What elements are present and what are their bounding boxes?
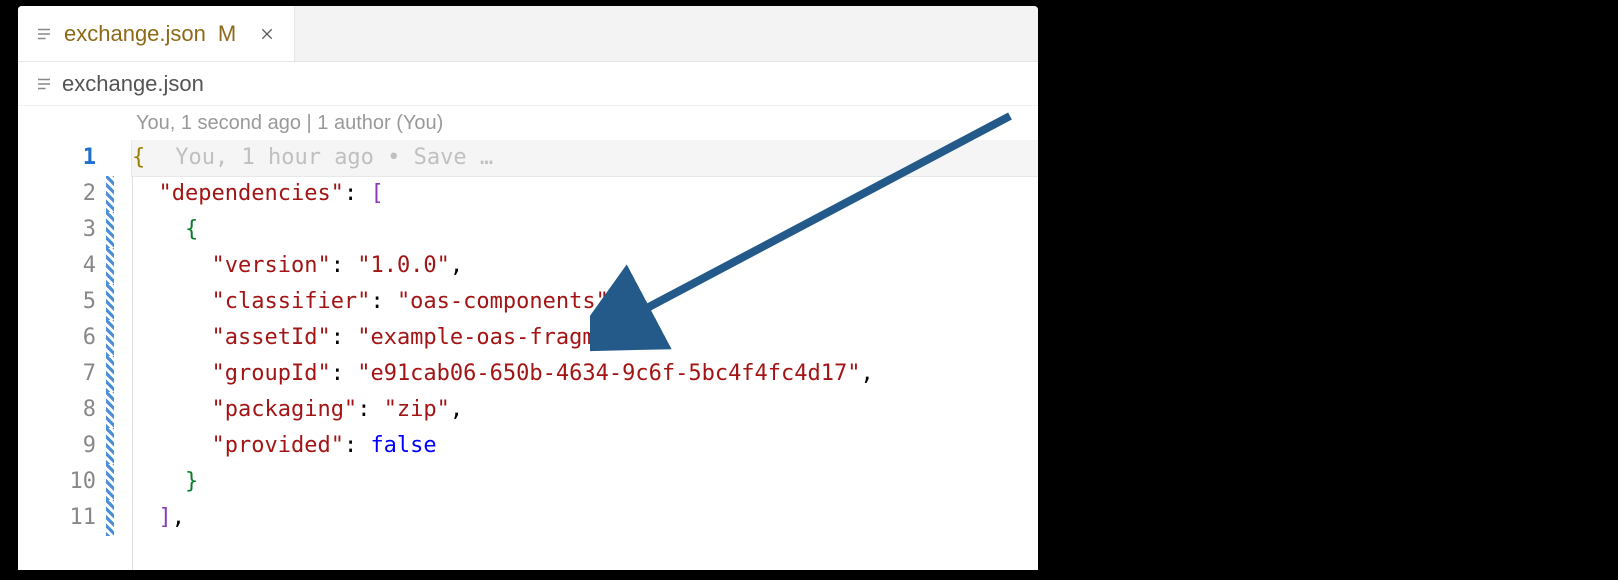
line-number[interactable]: 3	[18, 212, 96, 248]
code-line[interactable]: ],	[132, 500, 1038, 536]
line-number[interactable]: 2	[18, 176, 96, 212]
line-number[interactable]: 10	[18, 464, 96, 500]
brace-open: {	[185, 217, 198, 242]
modified-line-indicator	[106, 356, 114, 392]
line-number[interactable]: 7	[18, 356, 96, 392]
line-number[interactable]: 1	[18, 140, 96, 176]
tab-filename: exchange.json	[64, 21, 206, 47]
modified-line-indicator	[106, 212, 114, 248]
json-string: "example-oas-fragment"	[357, 325, 648, 350]
brace-close: }	[185, 469, 198, 494]
line-number[interactable]: 8	[18, 392, 96, 428]
file-lines-icon	[34, 74, 54, 94]
code-line[interactable]: "provided": false	[132, 428, 1038, 464]
json-key: "provided"	[211, 433, 343, 458]
code-area[interactable]: {You, 1 hour ago • Save … "dependencies"…	[114, 140, 1038, 570]
line-number[interactable]: 4	[18, 248, 96, 284]
code-line[interactable]: "packaging": "zip",	[132, 392, 1038, 428]
brace-open: {	[132, 145, 145, 170]
line-number-gutter: 1 2 3 4 5 6 7 8 9 10 11	[18, 140, 106, 570]
json-string: "zip"	[384, 397, 450, 422]
code-line[interactable]: "assetId": "example-oas-fragment",	[132, 320, 1038, 356]
modified-line-indicator	[106, 500, 114, 536]
editor-window: exchange.json M exchange.json You, 1 sec…	[18, 6, 1038, 570]
json-key: "assetId"	[211, 325, 330, 350]
code-line[interactable]: "classifier": "oas-components",	[132, 284, 1038, 320]
modified-line-indicator	[106, 392, 114, 428]
code-line[interactable]: {	[132, 212, 1038, 248]
bracket-close: ]	[159, 505, 172, 530]
editor-body: 1 2 3 4 5 6 7 8 9 10 11 {Yo	[18, 140, 1038, 570]
close-icon[interactable]	[254, 21, 280, 47]
json-key: "groupId"	[211, 361, 330, 386]
json-string: "e91cab06-650b-4634-9c6f-5bc4f4fc4d17"	[357, 361, 860, 386]
code-line[interactable]: "version": "1.0.0",	[132, 248, 1038, 284]
code-line[interactable]: {You, 1 hour ago • Save …	[132, 140, 1038, 176]
inline-blame: You, 1 hour ago • Save …	[145, 145, 493, 170]
tab-modified-badge: M	[218, 21, 236, 47]
breadcrumb-filename: exchange.json	[62, 71, 204, 97]
json-bool: false	[370, 433, 436, 458]
breadcrumb[interactable]: exchange.json	[18, 62, 1038, 106]
json-string: "oas-components"	[397, 289, 609, 314]
tab-bar: exchange.json M	[18, 6, 1038, 62]
line-number[interactable]: 9	[18, 428, 96, 464]
modified-line-indicator	[106, 464, 114, 500]
json-string: "1.0.0"	[357, 253, 450, 278]
modified-line-indicator	[106, 428, 114, 464]
file-lines-icon	[34, 24, 54, 44]
line-number[interactable]: 6	[18, 320, 96, 356]
modified-line-indicator	[106, 248, 114, 284]
json-key: "classifier"	[211, 289, 370, 314]
json-key: "packaging"	[211, 397, 357, 422]
line-number[interactable]: 11	[18, 500, 96, 536]
modified-line-indicator	[106, 284, 114, 320]
code-line[interactable]: "dependencies": [	[132, 176, 1038, 212]
file-tab-exchange-json[interactable]: exchange.json M	[18, 6, 295, 61]
code-line[interactable]: }	[132, 464, 1038, 500]
change-indicator-strip	[106, 140, 114, 570]
code-line[interactable]: "groupId": "e91cab06-650b-4634-9c6f-5bc4…	[132, 356, 1038, 392]
codelens-text: You, 1 second ago | 1 author (You)	[136, 112, 443, 135]
modified-line-indicator	[106, 176, 114, 212]
line-number[interactable]: 5	[18, 284, 96, 320]
json-key: "version"	[211, 253, 330, 278]
modified-line-indicator	[106, 320, 114, 356]
json-key: "dependencies"	[159, 181, 344, 206]
codelens-bar[interactable]: You, 1 second ago | 1 author (You)	[18, 106, 1038, 140]
bracket-open: [	[370, 181, 383, 206]
